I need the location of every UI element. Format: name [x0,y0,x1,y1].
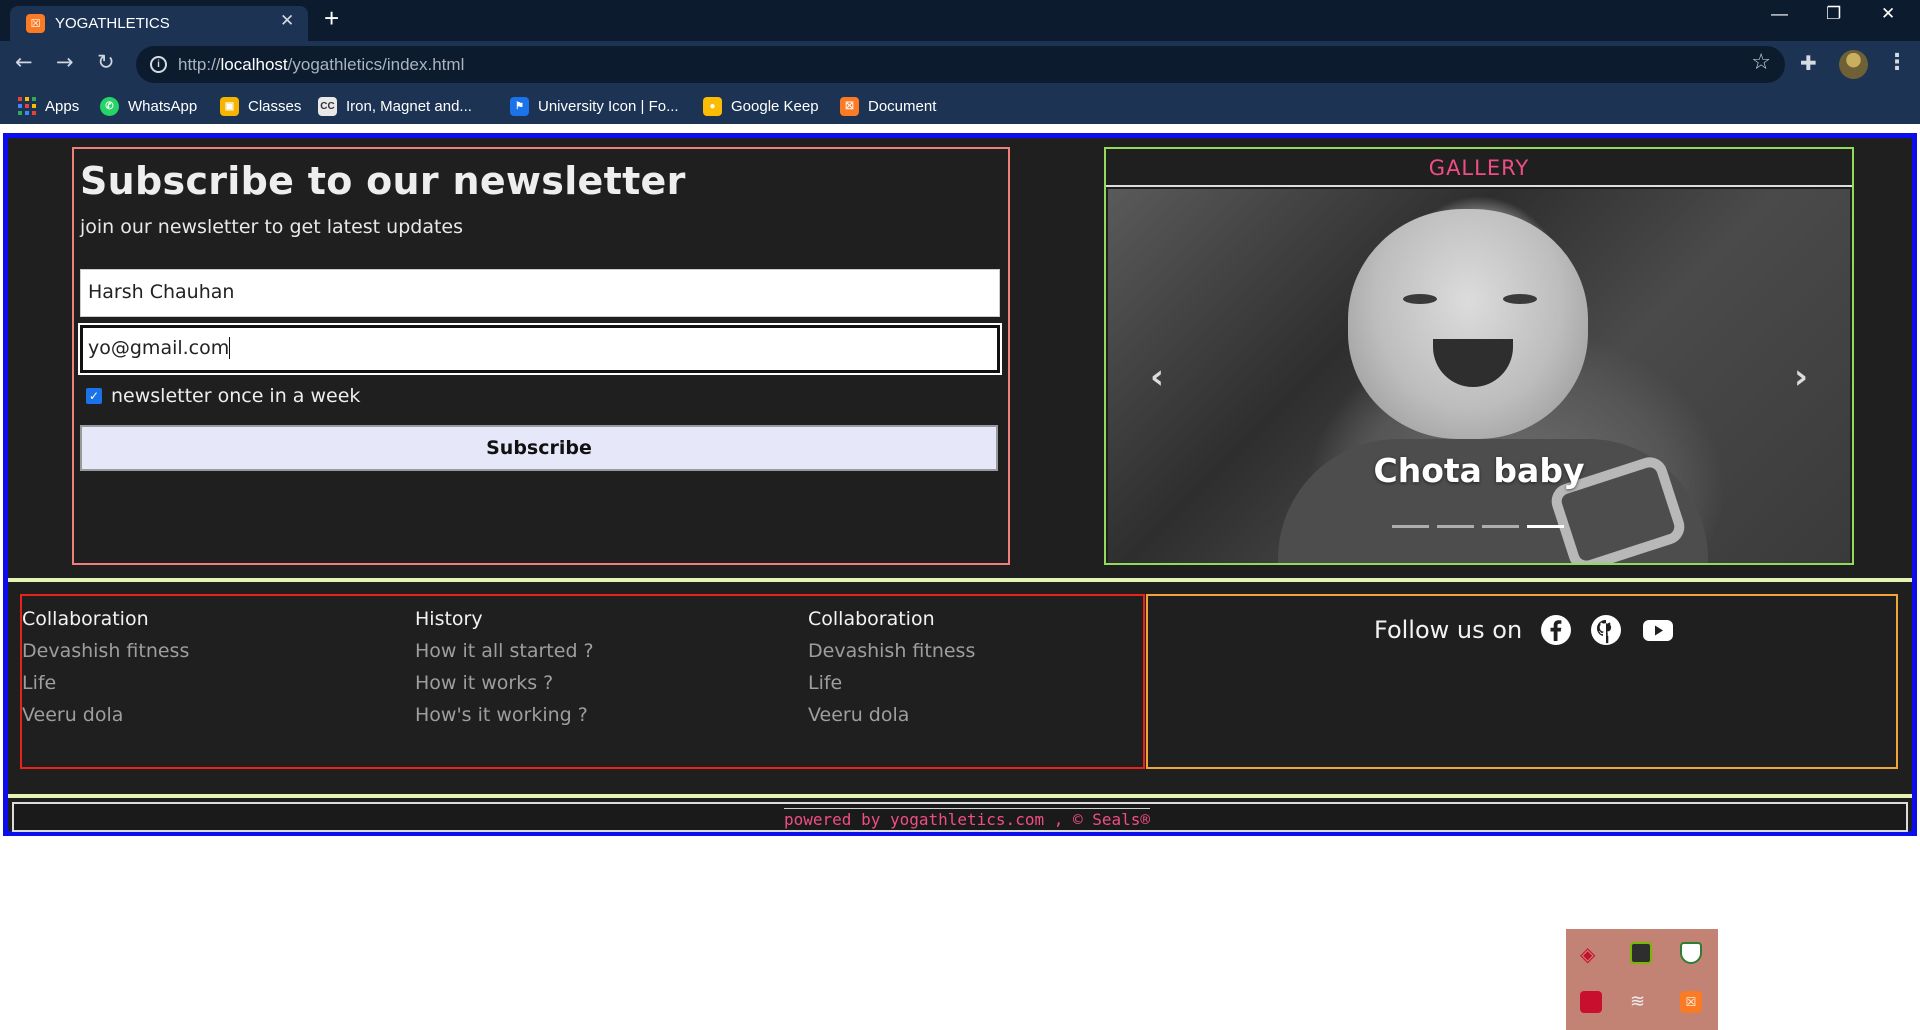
footer: Collaboration Devashish fitness Life Vee… [8,578,1912,798]
powered-by-text: powered by yogathletics.com , © Seals® [784,808,1151,829]
xampp-icon[interactable]: ☒ [1680,991,1702,1013]
apps-grid-icon [18,97,36,115]
wifi-icon[interactable]: ≋ [1630,991,1652,1013]
footer-link[interactable]: How's it working ? [415,704,594,726]
browser-tab[interactable]: ☒ YOGATHLETICS ✕ [10,6,308,41]
footer-column: Collaboration Devashish fitness Life Vee… [22,608,189,736]
newsletter-section: Subscribe to our newsletter join our new… [72,147,1010,565]
footer-link[interactable]: Life [808,672,975,694]
newsletter-title: Subscribe to our newsletter [80,159,686,203]
footer-column: History How it all started ? How it work… [415,608,594,736]
restore-icon[interactable]: ❐ [1826,4,1841,24]
carousel-caption: Chota baby [1373,451,1585,490]
bookmark-university-icon[interactable]: ⚑ University Icon | Fo... [510,95,679,117]
footer-column: Collaboration Devashish fitness Life Vee… [808,608,975,736]
footer-column-heading: History [415,608,483,630]
copyright-bar: powered by yogathletics.com , © Seals® [12,802,1908,832]
bookmark-google-keep[interactable]: ● Google Keep [703,95,819,117]
photo-baby-face [1348,209,1588,439]
subscribe-button[interactable]: Subscribe [80,425,998,471]
page-viewport: Subscribe to our newsletter join our new… [0,124,1920,1030]
gallery-title: GALLERY [1106,149,1852,187]
email-field[interactable]: yo@gmail.com [78,323,1002,375]
footer-link[interactable]: How it all started ? [415,640,594,662]
newsletter-checkbox[interactable]: ✓ [86,388,102,404]
browser-toolbar: ← → ↻ i http://localhost/yogathletics/in… [0,41,1920,88]
bookmark-classes[interactable]: ▣ Classes [220,95,301,117]
footer-link[interactable]: Devashish fitness [808,640,975,662]
forward-icon[interactable]: → [56,50,74,74]
footer-links: Collaboration Devashish fitness Life Vee… [20,594,1145,769]
xampp-icon: ☒ [26,14,45,33]
classroom-icon: ▣ [220,96,239,116]
footer-link[interactable]: Life [22,672,189,694]
newsletter-checkbox-label: newsletter once in a week [111,385,361,407]
back-icon[interactable]: ← [15,50,33,74]
bookmarks-bar: Apps ✆ WhatsApp ▣ Classes CC Iron, Magne… [0,88,1920,124]
mcafee-icon[interactable]: ◈ [1580,942,1602,966]
newsletter-checkbox-row[interactable]: ✓ newsletter once in a week [86,385,360,407]
carousel-indicators [1392,525,1564,528]
follow-section: Follow us on [1146,594,1898,769]
address-bar[interactable]: i http://localhost/yogathletics/index.ht… [136,46,1785,83]
facebook-icon[interactable] [1540,614,1572,646]
footer-link[interactable]: Veeru dola [808,704,975,726]
site-container: Subscribe to our newsletter join our new… [3,133,1917,836]
chevron-left-icon[interactable]: ‹ [1150,357,1164,397]
close-icon[interactable]: ✕ [280,11,294,31]
bookmark-whatsapp[interactable]: ✆ WhatsApp [100,95,197,117]
carousel-indicator[interactable] [1392,525,1429,528]
xampp-icon: ☒ [840,96,859,116]
bookmark-iron-magnet[interactable]: CC Iron, Magnet and... [318,95,472,117]
follow-label: Follow us on [1374,616,1523,644]
new-tab-button[interactable]: + [324,3,339,34]
follow-row: Follow us on [1374,614,1676,646]
bookmark-star-icon[interactable]: ☆ [1751,50,1771,75]
tab-title: YOGATHLETICS [55,15,170,32]
carousel-indicator[interactable] [1527,525,1564,528]
flag-icon: ⚑ [510,96,529,116]
nvidia-icon[interactable] [1630,942,1652,964]
footer-link[interactable]: How it works ? [415,672,594,694]
shield-icon[interactable] [1680,942,1702,964]
menu-icon[interactable]: ⋮ [1886,50,1908,75]
youtube-icon[interactable] [1640,614,1676,646]
reload-icon[interactable]: ↻ [97,50,115,74]
gallery-section: GALLERY ‹ › Chota baby [1104,147,1854,565]
url-text[interactable]: http://localhost/yogathletics/index.html [178,55,464,75]
keep-icon: ● [703,96,722,116]
photo-eye [1403,294,1437,304]
github-icon[interactable] [1590,614,1622,646]
carousel-indicator[interactable] [1437,525,1474,528]
extensions-icon[interactable]: ✚ [1800,51,1817,75]
close-window-icon[interactable]: ✕ [1881,4,1895,24]
avatar[interactable] [1839,50,1868,79]
photo-eye [1503,294,1537,304]
footer-link[interactable]: Veeru dola [22,704,189,726]
pdf-icon[interactable] [1580,991,1602,1013]
cc-icon: CC [318,96,337,116]
info-icon[interactable]: i [150,56,167,73]
footer-link[interactable]: Devashish fitness [22,640,189,662]
system-tray-overflow: ◈ ≋ ☒ [1566,929,1718,1030]
bookmark-apps[interactable]: Apps [18,95,79,117]
carousel-indicator[interactable] [1482,525,1519,528]
browser-tab-bar: ☒ YOGATHLETICS ✕ + — ❐ ✕ [0,0,1920,41]
footer-column-heading: Collaboration [808,608,935,630]
gallery-carousel: ‹ › Chota baby [1108,189,1850,563]
newsletter-subtitle: join our newsletter to get latest update… [80,216,464,238]
whatsapp-icon: ✆ [100,96,119,116]
name-field[interactable]: Harsh Chauhan [80,269,1000,317]
footer-column-heading: Collaboration [22,608,149,630]
chevron-right-icon[interactable]: › [1794,357,1808,397]
bookmark-document[interactable]: ☒ Document [840,95,936,117]
minimize-icon[interactable]: — [1771,4,1788,24]
